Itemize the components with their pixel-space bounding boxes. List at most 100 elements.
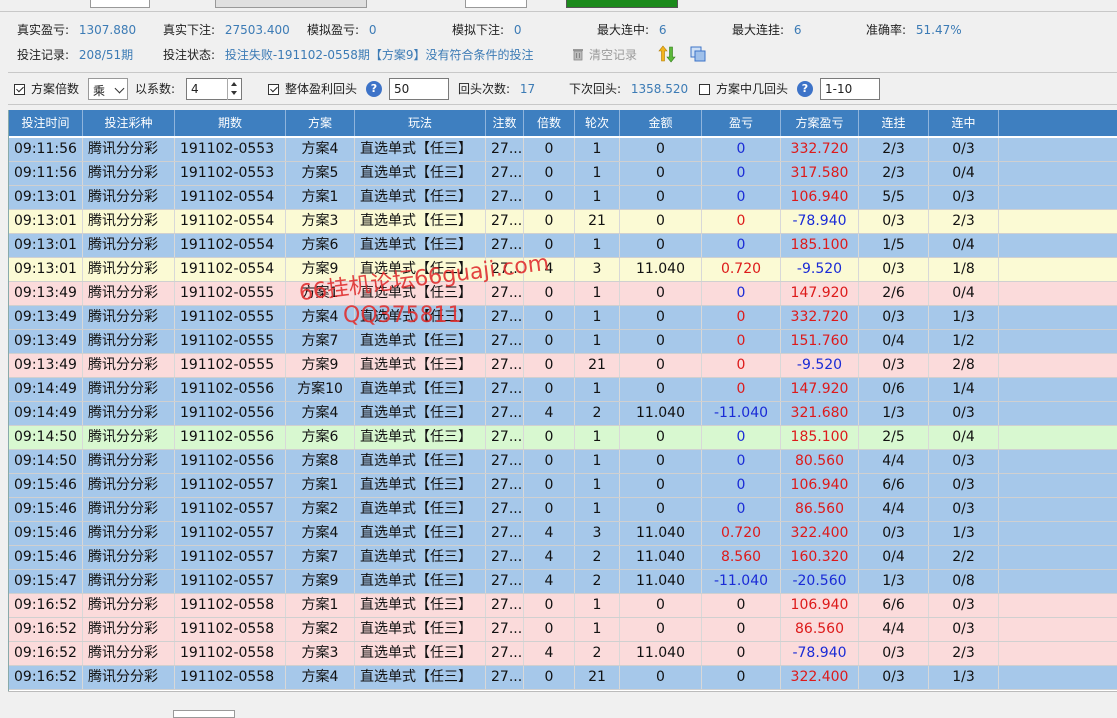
cell-mult: 0 <box>524 618 575 641</box>
coef-stepper[interactable]: 4 <box>186 78 242 100</box>
cell-pnl: 0 <box>702 378 781 401</box>
up-down-arrows-icon[interactable] <box>658 45 676 63</box>
cell-plan: 方案4 <box>286 138 355 161</box>
cell-plan: 方案7 <box>286 330 355 353</box>
column-header[interactable]: 方案盈亏 <box>781 110 859 136</box>
table-row[interactable]: 09:13:01 腾讯分分彩 191102-0554 方案3 直选单式【任三】 27...… <box>9 210 1117 234</box>
sim-bet-label: 模拟下注: <box>452 23 505 37</box>
plan-hits-range-input[interactable]: 1-10 <box>820 78 880 100</box>
help-icon[interactable]: ? <box>366 81 382 97</box>
column-header[interactable]: 连挂 <box>859 110 929 136</box>
table-row[interactable]: 09:14:50 腾讯分分彩 191102-0556 方案6 直选单式【任三】 27...… <box>9 426 1117 450</box>
cell-pnl: 0 <box>702 234 781 257</box>
table-row[interactable]: 09:16:52 腾讯分分彩 191102-0558 方案2 直选单式【任三】 27...… <box>9 618 1117 642</box>
cell-plan: 方案6 <box>286 426 355 449</box>
table-row[interactable]: 09:15:47 腾讯分分彩 191102-0557 方案9 直选单式【任三】 27...… <box>9 570 1117 594</box>
column-header[interactable]: 玩法 <box>355 110 486 136</box>
table-row[interactable]: 09:13:49 腾讯分分彩 191102-0555 方案9 直选单式【任三】 27...… <box>9 354 1117 378</box>
cell-plan-pnl: 317.580 <box>781 162 859 185</box>
table-row[interactable]: 09:13:49 腾讯分分彩 191102-0555 方案1 直选单式【任三】 27...… <box>9 282 1117 306</box>
cell-streak-miss: 6/6 <box>859 594 929 617</box>
trash-icon[interactable] <box>572 47 584 61</box>
column-header[interactable]: 期数 <box>175 110 286 136</box>
table-row[interactable]: 09:11:56 腾讯分分彩 191102-0553 方案4 直选单式【任三】 27...… <box>9 138 1117 162</box>
column-header[interactable]: 注数 <box>486 110 524 136</box>
cell-time: 09:15:47 <box>9 570 83 593</box>
table-row[interactable]: 09:13:01 腾讯分分彩 191102-0554 方案1 直选单式【任三】 27...… <box>9 186 1117 210</box>
table-row[interactable]: 09:16:52 腾讯分分彩 191102-0558 方案4 直选单式【任三】 27...… <box>9 666 1117 690</box>
column-header[interactable]: 倍数 <box>524 110 575 136</box>
profit-rollback-checkbox[interactable] <box>268 84 279 95</box>
cell-plan: 方案8 <box>286 450 355 473</box>
table-row[interactable]: 09:13:01 腾讯分分彩 191102-0554 方案9 直选单式【任三】 27...… <box>9 258 1117 282</box>
cell-mult: 4 <box>524 522 575 545</box>
row-filler <box>999 474 1117 497</box>
table-row[interactable]: 09:11:56 腾讯分分彩 191102-0553 方案5 直选单式【任三】 27...… <box>9 162 1117 186</box>
table-row[interactable]: 09:14:49 腾讯分分彩 191102-0556 方案4 直选单式【任三】 27...… <box>9 402 1117 426</box>
cell-time: 09:15:46 <box>9 474 83 497</box>
table-row[interactable]: 09:16:52 腾讯分分彩 191102-0558 方案3 直选单式【任三】 27...… <box>9 642 1117 666</box>
operator-select-value: 乘 <box>93 84 106 98</box>
column-header[interactable]: 投注时间 <box>9 110 83 136</box>
plan-hits-rollback-checkbox[interactable] <box>699 84 710 95</box>
operator-select[interactable]: 乘 <box>88 78 128 100</box>
column-header[interactable]: 轮次 <box>575 110 620 136</box>
cell-notes: 27... <box>486 474 524 497</box>
table-row[interactable]: 09:13:49 腾讯分分彩 191102-0555 方案7 直选单式【任三】 27...… <box>9 330 1117 354</box>
sim-pnl: 模拟盈亏: 0 <box>307 23 377 37</box>
bet-records-table[interactable]: 投注时间 投注彩种 期数 方案 玩法 注数 倍数 轮次 金额 盈亏 方案盈亏 连挂 连中 09:11:5… <box>8 110 1117 691</box>
cell-plan: 方案9 <box>286 570 355 593</box>
cell-amount: 0 <box>620 378 702 401</box>
stepper-down-icon[interactable] <box>231 91 237 95</box>
table-row[interactable]: 09:15:46 腾讯分分彩 191102-0557 方案4 直选单式【任三】 27...… <box>9 522 1117 546</box>
table-row[interactable]: 09:15:46 腾讯分分彩 191102-0557 方案7 直选单式【任三】 27...… <box>9 546 1117 570</box>
stepper-arrows[interactable] <box>227 78 241 100</box>
plan-multiplier-checkbox[interactable] <box>14 84 25 95</box>
help-icon[interactable]: ? <box>797 81 813 97</box>
row-filler <box>999 234 1117 257</box>
cutoff-input-3[interactable] <box>465 0 527 8</box>
table-row[interactable]: 09:13:49 腾讯分分彩 191102-0555 方案4 直选单式【任三】 27...… <box>9 306 1117 330</box>
table-row[interactable]: 09:15:46 腾讯分分彩 191102-0557 方案2 直选单式【任三】 27...… <box>9 498 1117 522</box>
real-pnl-value: 1307.880 <box>78 23 137 37</box>
column-header[interactable]: 金额 <box>620 110 702 136</box>
cutoff-input-2[interactable] <box>215 0 367 8</box>
cell-play: 直选单式【任三】 <box>355 306 486 329</box>
row-filler <box>999 330 1117 353</box>
cell-streak-miss: 0/3 <box>859 642 929 665</box>
cell-streak-miss: 2/6 <box>859 282 929 305</box>
table-row[interactable]: 09:16:52 腾讯分分彩 191102-0558 方案1 直选单式【任三】 27...… <box>9 594 1117 618</box>
sim-bet: 模拟下注: 0 <box>452 23 522 37</box>
rollback-count-label: 回头次数: <box>458 82 511 96</box>
cell-pnl: 0 <box>702 474 781 497</box>
cell-time: 09:13:49 <box>9 330 83 353</box>
stepper-up-icon[interactable] <box>231 82 237 86</box>
column-header[interactable]: 连中 <box>929 110 999 136</box>
cell-streak-hit: 1/3 <box>929 306 999 329</box>
copy-window-icon[interactable] <box>690 46 706 62</box>
column-header[interactable]: 投注彩种 <box>83 110 175 136</box>
column-header[interactable]: 盈亏 <box>702 110 781 136</box>
cell-streak-hit: 0/3 <box>929 138 999 161</box>
column-header[interactable]: 方案 <box>286 110 355 136</box>
max-miss: 最大连挂: 6 <box>732 23 802 37</box>
clear-records-button[interactable]: 清空记录 <box>589 48 637 62</box>
cell-play: 直选单式【任三】 <box>355 642 486 665</box>
cutoff-input-1[interactable] <box>90 0 150 8</box>
row-filler <box>999 282 1117 305</box>
table-row[interactable]: 09:14:50 腾讯分分彩 191102-0556 方案8 直选单式【任三】 27...… <box>9 450 1117 474</box>
cell-pnl: 0 <box>702 186 781 209</box>
cell-streak-hit: 0/4 <box>929 234 999 257</box>
table-row[interactable]: 09:15:46 腾讯分分彩 191102-0557 方案1 直选单式【任三】 27...… <box>9 474 1117 498</box>
cell-streak-miss: 0/4 <box>859 546 929 569</box>
cell-time: 09:15:46 <box>9 522 83 545</box>
bottom-control-stub[interactable] <box>173 710 235 718</box>
cell-notes: 27... <box>486 546 524 569</box>
profit-rollback-input[interactable]: 50 <box>389 78 449 100</box>
table-row[interactable]: 09:14:49 腾讯分分彩 191102-0556 方案10 直选单式【任三】 27..… <box>9 378 1117 402</box>
table-row[interactable]: 09:13:01 腾讯分分彩 191102-0554 方案6 直选单式【任三】 27...… <box>9 234 1117 258</box>
cell-game: 腾讯分分彩 <box>83 570 175 593</box>
next-rollback: 下次回头: 1358.520 <box>569 82 688 96</box>
bet-record-value: 208/51期 <box>78 48 134 62</box>
cell-amount: 0 <box>620 426 702 449</box>
